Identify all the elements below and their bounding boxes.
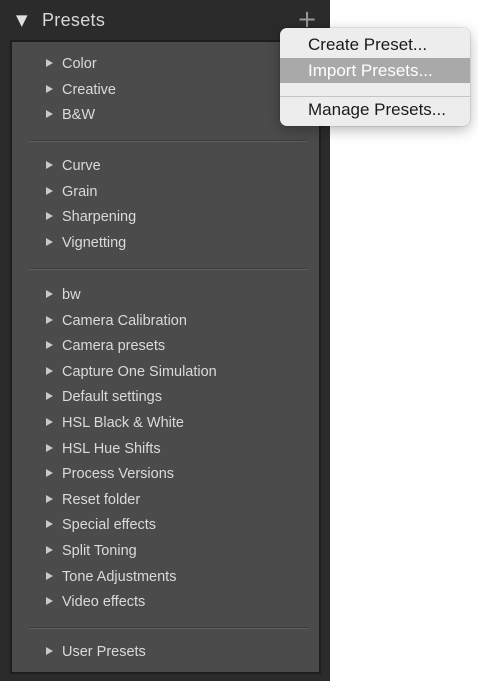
preset-folder-curve[interactable]: Curve bbox=[12, 154, 319, 180]
preset-group-legacy: bw Camera Calibration Camera presets Cap… bbox=[12, 283, 319, 616]
preset-folder-capture-one-simulation[interactable]: Capture One Simulation bbox=[12, 360, 319, 386]
preset-folder-split-toning[interactable]: Split Toning bbox=[12, 539, 319, 565]
preset-folder-reset-folder[interactable]: Reset folder bbox=[12, 488, 319, 514]
menu-item-create-preset[interactable]: Create Preset... bbox=[280, 32, 470, 57]
preset-folder-label: Default settings bbox=[62, 389, 162, 406]
preset-folder-bw[interactable]: B&W bbox=[12, 103, 319, 129]
expand-triangle-icon[interactable] bbox=[46, 59, 53, 67]
preset-group-effects: Curve Grain Sharpening Vignetting bbox=[12, 154, 319, 256]
preset-folder-label: Camera presets bbox=[62, 338, 166, 355]
expand-triangle-icon[interactable] bbox=[46, 212, 53, 221]
preset-folder-hsl-black-white[interactable]: HSL Black & White bbox=[12, 411, 319, 437]
preset-folder-label: Creative bbox=[62, 81, 116, 98]
preset-folder-process-versions[interactable]: Process Versions bbox=[12, 462, 319, 488]
preset-folder-hsl-hue-shifts[interactable]: HSL Hue Shifts bbox=[12, 437, 319, 463]
preset-folder-default-settings[interactable]: Default settings bbox=[12, 385, 319, 411]
preset-folder-label: Process Versions bbox=[62, 466, 175, 483]
preset-folder-camera-presets[interactable]: Camera presets bbox=[12, 334, 319, 360]
expand-triangle-icon[interactable] bbox=[46, 110, 53, 119]
preset-folder-user-presets[interactable]: User Presets bbox=[12, 640, 319, 666]
preset-folder-camera-calibration[interactable]: Camera Calibration bbox=[12, 309, 319, 335]
preset-folder-label: Camera Calibration bbox=[62, 312, 187, 329]
preset-folder-label: bw bbox=[62, 287, 81, 303]
preset-folder-grain[interactable]: Grain bbox=[12, 180, 319, 206]
preset-folder-tone-adjustments[interactable]: Tone Adjustments bbox=[12, 565, 319, 591]
panel-title: Presets bbox=[42, 10, 106, 30]
expand-triangle-icon[interactable] bbox=[46, 237, 53, 246]
presets-context-menu: Create Preset... Import Presets... Manag… bbox=[280, 28, 470, 126]
expand-triangle-icon[interactable] bbox=[46, 417, 53, 426]
collapse-triangle-icon[interactable]: ▼ bbox=[16, 11, 28, 29]
expand-triangle-icon[interactable] bbox=[46, 469, 53, 478]
preset-folder-label: Split Toning bbox=[62, 542, 137, 559]
expand-triangle-icon[interactable] bbox=[46, 647, 53, 655]
preset-group-user: User Presets bbox=[12, 640, 319, 666]
preset-folder-label: Color bbox=[62, 56, 97, 72]
preset-folder-label: User Presets bbox=[62, 644, 146, 660]
expand-triangle-icon[interactable] bbox=[46, 290, 53, 298]
preset-folder-label: Vignetting bbox=[62, 234, 127, 251]
preset-folder-label: Grain bbox=[62, 183, 98, 200]
preset-folder-label: Special effects bbox=[62, 517, 157, 534]
preset-folder-vignetting[interactable]: Vignetting bbox=[12, 231, 319, 257]
menu-item-manage-presets[interactable]: Manage Presets... bbox=[280, 97, 470, 122]
preset-folder-creative[interactable]: Creative bbox=[12, 78, 319, 104]
expand-triangle-icon[interactable] bbox=[46, 443, 53, 452]
preset-folder-video-effects[interactable]: Video effects bbox=[12, 590, 319, 616]
preset-folder-label: Tone Adjustments bbox=[62, 568, 177, 585]
group-divider bbox=[29, 140, 308, 142]
preset-folder-special-effects[interactable]: Special effects bbox=[12, 513, 319, 539]
preset-folder-label: Sharpening bbox=[62, 209, 137, 226]
preset-folder-list: Color Creative B&W Curve Grain Sharpenin… bbox=[10, 40, 321, 674]
preset-folder-label: Reset folder bbox=[62, 491, 141, 508]
expand-triangle-icon[interactable] bbox=[46, 84, 53, 93]
expand-triangle-icon[interactable] bbox=[46, 161, 53, 169]
expand-triangle-icon[interactable] bbox=[46, 315, 53, 324]
preset-group-builtin-profiles: Color Creative B&W bbox=[12, 52, 319, 129]
preset-folder-label: HSL Black & White bbox=[62, 414, 184, 431]
expand-triangle-icon[interactable] bbox=[46, 571, 53, 580]
menu-item-import-presets[interactable]: Import Presets... bbox=[280, 58, 470, 83]
preset-folder-color[interactable]: Color bbox=[12, 52, 319, 78]
expand-triangle-icon[interactable] bbox=[46, 545, 53, 554]
preset-folder-label: Curve bbox=[62, 158, 101, 174]
expand-triangle-icon[interactable] bbox=[46, 392, 53, 401]
group-divider bbox=[29, 627, 308, 629]
preset-folder-label: Video effects bbox=[62, 594, 146, 611]
preset-folder-label: B&W bbox=[62, 107, 96, 124]
expand-triangle-icon[interactable] bbox=[46, 366, 53, 375]
expand-triangle-icon[interactable] bbox=[46, 186, 53, 195]
expand-triangle-icon[interactable] bbox=[46, 597, 53, 606]
expand-triangle-icon[interactable] bbox=[46, 494, 53, 503]
preset-folder-bw-lower[interactable]: bw bbox=[12, 283, 319, 309]
expand-triangle-icon[interactable] bbox=[46, 520, 53, 529]
expand-triangle-icon[interactable] bbox=[46, 341, 53, 350]
preset-folder-label: Capture One Simulation bbox=[62, 363, 217, 380]
preset-folder-label: HSL Hue Shifts bbox=[62, 440, 161, 457]
preset-folder-sharpening[interactable]: Sharpening bbox=[12, 205, 319, 231]
group-divider bbox=[29, 268, 308, 270]
